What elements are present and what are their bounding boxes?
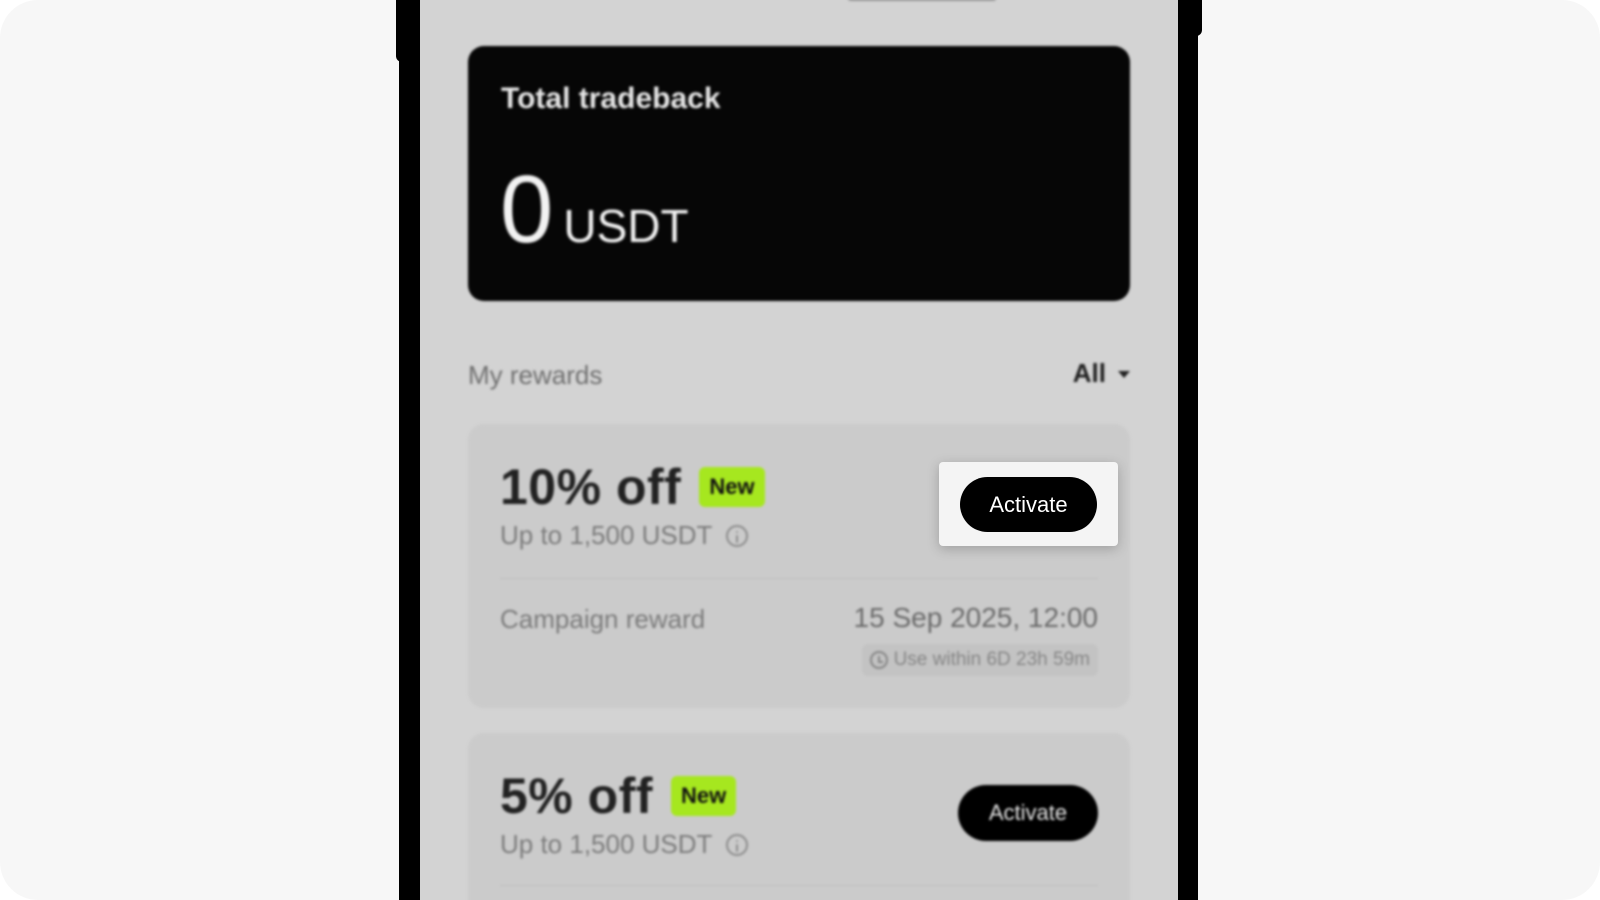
phone-bezel-right [1178, 0, 1198, 900]
reward-limit: Up to 1,500 USDT [500, 520, 713, 550]
info-icon[interactable] [726, 833, 749, 856]
page-background: Total tradeback 0 USDT My rewards All 10… [0, 0, 1600, 900]
phone-screen: Total tradeback 0 USDT My rewards All 10… [420, 0, 1178, 900]
clock-icon [869, 651, 888, 669]
reward-expiry: Use within 6D 23h 59m [861, 644, 1098, 676]
new-badge: New [671, 776, 737, 816]
reward-date: 15 Sep 2025, 12:00 [853, 602, 1098, 633]
activate-button[interactable]: Activate [960, 477, 1097, 532]
reward-heading: 5% off New [500, 767, 737, 825]
reward-limit-row: Up to 1,500 USDT [500, 829, 749, 860]
reward-heading: 10% off New [500, 458, 765, 516]
total-tradeback-title: Total tradeback [501, 82, 721, 115]
total-tradeback-card: Total tradeback 0 USDT [468, 46, 1130, 301]
reward-expiry-text: Use within 6D 23h 59m [893, 649, 1090, 670]
total-tradeback-amount: 0 USDT [500, 162, 689, 258]
rewards-header: My rewards All [468, 356, 1130, 396]
rewards-filter-dropdown[interactable]: All [1073, 358, 1130, 389]
new-badge: New [699, 467, 765, 507]
reward-source: Campaign reward [500, 604, 706, 634]
tab-indicator [848, 0, 996, 1]
info-icon[interactable] [726, 524, 749, 547]
reward-discount: 5% off [500, 768, 653, 824]
dimmed-content: Total tradeback 0 USDT My rewards All 10… [420, 0, 1178, 900]
divider [500, 885, 1098, 886]
reward-limit-row: Up to 1,500 USDT [500, 520, 749, 551]
total-tradeback-value: 0 [500, 156, 554, 263]
reward-discount: 10% off [500, 459, 682, 515]
divider [500, 578, 1098, 579]
reward-card: 5% off New Activate Up to 1,500 USDT [468, 733, 1130, 900]
phone-bezel-left [399, 0, 420, 900]
reward-limit: Up to 1,500 USDT [500, 829, 713, 859]
highlighted-activate-callout: Activate [939, 462, 1118, 546]
rewards-filter-label: All [1072, 358, 1106, 388]
activate-button[interactable]: Activate [958, 785, 1098, 841]
caret-down-icon [1118, 371, 1130, 378]
rewards-title: My rewards [468, 360, 603, 390]
total-tradeback-unit: USDT [563, 200, 689, 252]
